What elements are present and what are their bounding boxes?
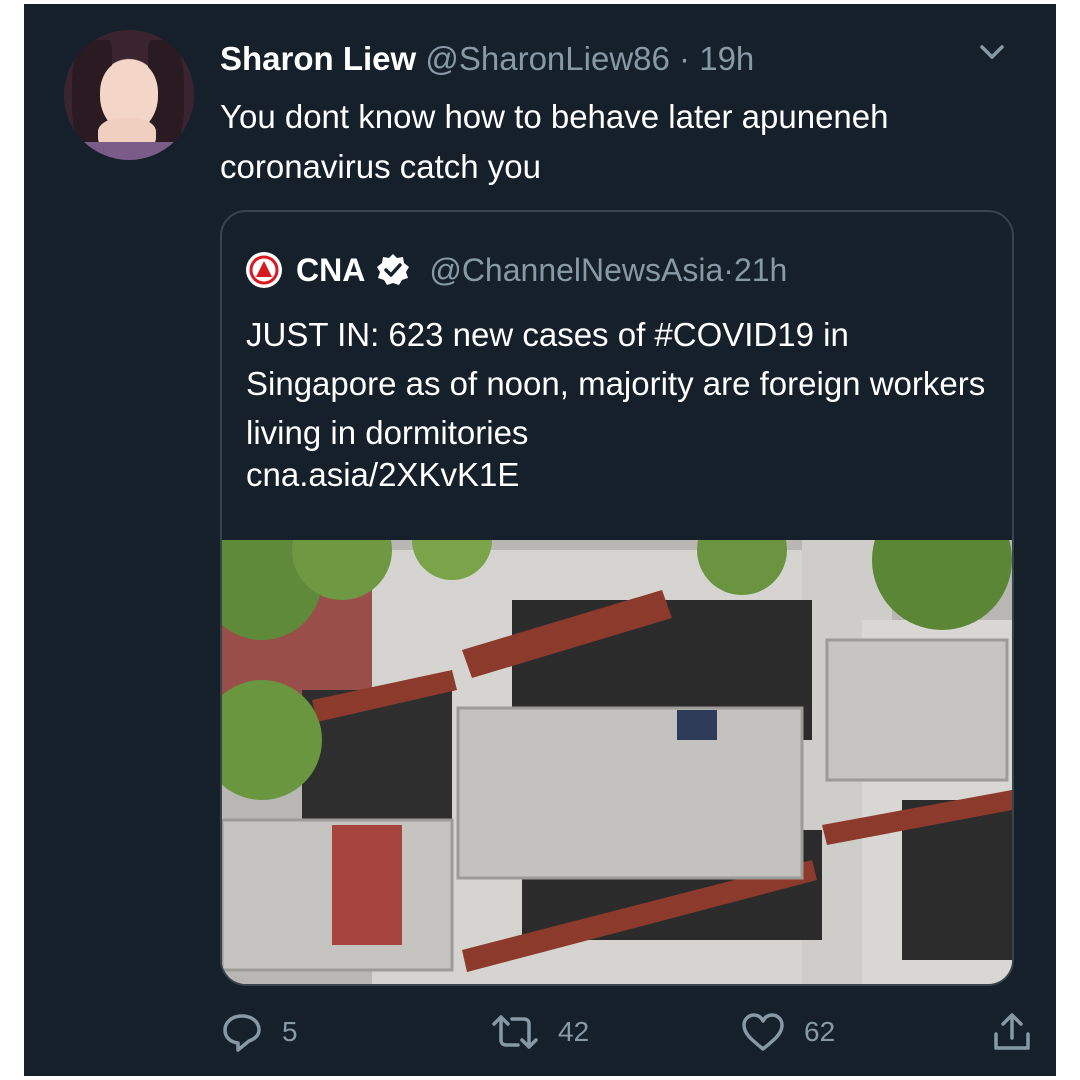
- tweet-photo[interactable]: [222, 540, 1012, 984]
- like-count: 62: [804, 1016, 836, 1047]
- reply-count: 5: [282, 1016, 298, 1047]
- avatar[interactable]: [64, 30, 194, 160]
- reply-action[interactable]: 5: [220, 1010, 298, 1054]
- quoted-header: CNA @ChannelNewsAsia · 21h: [246, 250, 787, 290]
- like-action[interactable]: 62: [740, 1010, 835, 1054]
- tweet-actions: 5 42 62: [220, 1010, 1040, 1060]
- reply-icon: [223, 1014, 261, 1052]
- quoted-time[interactable]: 21h: [734, 252, 787, 289]
- author-handle[interactable]: @SharonLiew86: [425, 40, 670, 77]
- cna-logo-icon: [246, 252, 282, 288]
- tweet-text: You dont know how to behave later apunen…: [220, 98, 889, 185]
- share-icon: [994, 1013, 1030, 1050]
- retweet-icon: [492, 1015, 538, 1049]
- like-icon: [742, 1013, 784, 1051]
- verified-icon: [377, 254, 410, 285]
- author-name[interactable]: Sharon Liew: [220, 40, 416, 77]
- retweet-count: 42: [558, 1016, 590, 1047]
- quoted-tweet[interactable]: CNA @ChannelNewsAsia · 21h JUST IN: 623 …: [220, 210, 1014, 986]
- quoted-link[interactable]: cna.asia/2XKvK1E: [246, 456, 519, 494]
- quoted-text: JUST IN: 623 new cases of #COVID19 in Si…: [246, 316, 986, 451]
- quoted-handle[interactable]: @ChannelNewsAsia: [429, 252, 723, 289]
- chevron-down-icon[interactable]: [974, 40, 1010, 64]
- retweet-action[interactable]: 42: [490, 1010, 589, 1054]
- tweet-header: Sharon Liew @SharonLiew86 · 19h: [220, 40, 755, 77]
- tweet-card: Sharon Liew @SharonLiew86 · 19h You dont…: [24, 4, 1056, 1076]
- tweet-time[interactable]: 19h: [699, 40, 754, 77]
- share-action[interactable]: [990, 1010, 1052, 1054]
- quoted-author-name[interactable]: CNA: [296, 252, 365, 289]
